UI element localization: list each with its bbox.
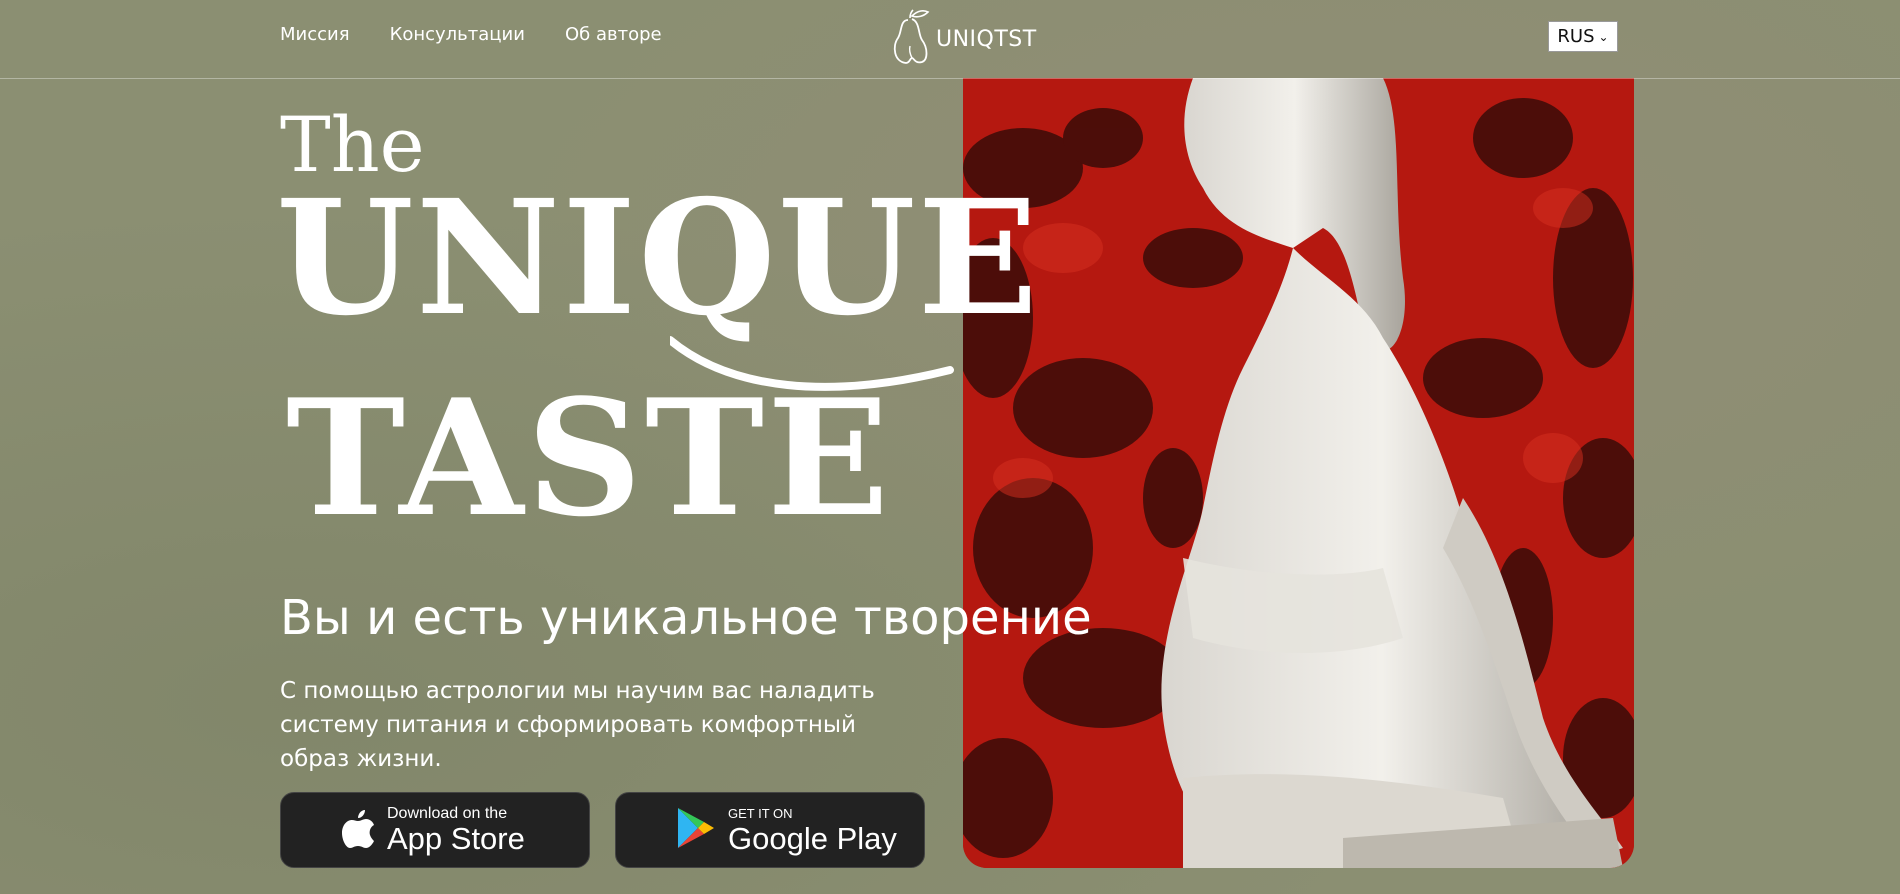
top-header: Миссия Консультации Об авторе UNIQTST RU… — [0, 0, 1900, 79]
hero-subtitle: Вы и есть уникальное творение — [280, 590, 1092, 646]
app-store-big-text: App Store — [387, 820, 525, 856]
chevron-down-icon: ⌄ — [1598, 29, 1609, 44]
app-store-small-text: Download on the — [387, 804, 508, 822]
main-nav: Миссия Консультации Об авторе — [280, 24, 662, 45]
google-play-big-text: Google Play — [728, 820, 897, 856]
logo-text: UNIQTST — [936, 26, 1037, 52]
language-selected: RUS — [1557, 26, 1595, 47]
nav-item-consultations[interactable]: Консультации — [390, 24, 525, 45]
nav-item-about-author[interactable]: Об авторе — [565, 24, 662, 45]
google-play-icon — [676, 806, 716, 854]
apple-icon — [341, 808, 375, 852]
logo[interactable]: UNIQTST — [888, 6, 1037, 72]
google-play-small-text: GET IT ON — [728, 805, 793, 821]
hero-description: С помощью астрологии мы научим вас налад… — [280, 678, 875, 772]
headline-taste: TASTE — [286, 364, 893, 552]
language-select[interactable]: RUS ⌄ — [1548, 21, 1618, 52]
google-play-button[interactable]: GET IT ON Google Play — [615, 792, 925, 868]
app-store-button[interactable]: Download on the App Store — [280, 792, 590, 868]
pear-icon — [888, 6, 932, 72]
nav-item-mission[interactable]: Миссия — [280, 24, 350, 45]
hero-statue-image — [963, 78, 1634, 868]
statue-figure — [1161, 78, 1623, 868]
